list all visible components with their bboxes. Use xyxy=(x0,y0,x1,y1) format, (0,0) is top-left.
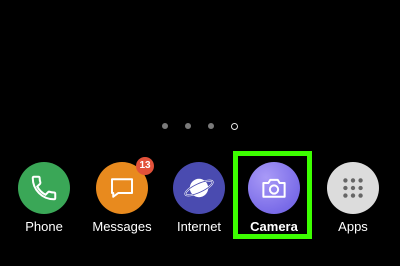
page-dot[interactable] xyxy=(185,123,191,129)
grid-dots-icon xyxy=(343,178,363,198)
unread-count-badge: 13 xyxy=(136,157,154,175)
page-dot[interactable] xyxy=(162,123,168,129)
apps-drawer-label: Apps xyxy=(338,219,368,234)
internet-app-icon[interactable] xyxy=(173,162,225,214)
page-indicator xyxy=(0,121,400,131)
messages-app-icon[interactable]: 13 xyxy=(96,157,154,214)
camera-highlight-box xyxy=(233,151,312,239)
planet-icon xyxy=(184,178,214,198)
phone-app[interactable]: Phone xyxy=(12,162,76,242)
phone-app-label: Phone xyxy=(25,219,63,234)
apps-drawer[interactable]: Apps xyxy=(321,162,385,242)
phone-icon xyxy=(31,175,57,201)
messages-app-label: Messages xyxy=(92,219,152,234)
messages-app[interactable]: 13 Messages xyxy=(90,157,154,242)
internet-app-label: Internet xyxy=(176,219,222,234)
message-bubble-icon xyxy=(111,178,133,198)
phone-app-icon[interactable] xyxy=(18,162,70,214)
app-dock: Phone 13 Messages Internet Camera Apps xyxy=(0,157,400,242)
page-dot[interactable] xyxy=(208,123,214,129)
apps-drawer-icon[interactable] xyxy=(327,162,379,214)
page-dot-active[interactable] xyxy=(231,122,238,130)
internet-app[interactable]: Internet xyxy=(167,162,231,242)
